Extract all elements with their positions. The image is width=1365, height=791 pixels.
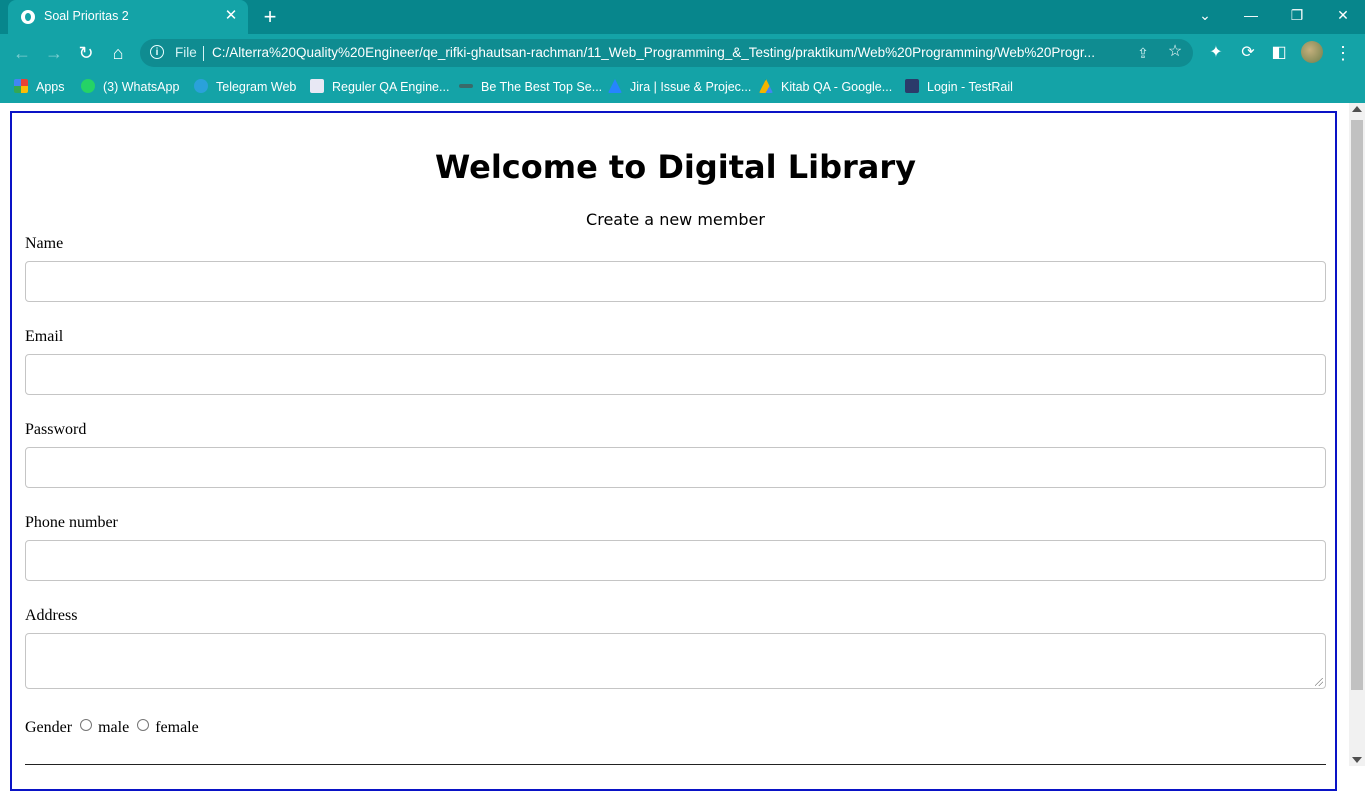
tab-close-icon[interactable]: ✕ (222, 7, 240, 25)
testrail-icon (905, 79, 919, 93)
bookmarks-bar: Apps (3) WhatsApp Telegram Web Reguler Q… (0, 72, 1365, 103)
sync-extension-icon[interactable]: ⟳ (1237, 42, 1259, 64)
next-field-top-border (25, 764, 1326, 765)
bookmark-telegram[interactable]: Telegram Web (194, 78, 296, 96)
tab-search-chevron-down-icon[interactable]: ⌄ (1182, 0, 1228, 30)
bookmark-label: (3) WhatsApp (103, 80, 180, 94)
profile-avatar[interactable] (1301, 41, 1323, 63)
bookmark-label: Telegram Web (216, 80, 297, 94)
google-drive-icon (759, 79, 773, 93)
email-label: Email (25, 328, 64, 345)
forward-arrow-icon[interactable]: → (40, 39, 68, 67)
restore-icon[interactable]: ❐ (1274, 0, 1320, 30)
password-input[interactable] (25, 447, 1326, 488)
reload-icon[interactable]: ↻ (72, 39, 100, 67)
minimize-icon[interactable]: — (1228, 0, 1274, 30)
phone-number-input[interactable] (25, 540, 1326, 581)
bookmark-be-the-best[interactable]: Be The Best Top Se... (459, 78, 602, 96)
jira-icon (608, 79, 622, 93)
page-subtitle: Create a new member (586, 210, 765, 229)
bookmark-page-icon (310, 79, 324, 93)
url-text[interactable]: C:/Alterra%20Quality%20Engineer/qe_rifki… (212, 45, 1124, 60)
name-label: Name (25, 235, 64, 252)
bookmark-star-icon[interactable]: ☆ (1166, 43, 1184, 61)
bookmark-reguler-qa[interactable]: Reguler QA Engine... (310, 78, 449, 96)
info-icon[interactable]: i (150, 45, 164, 59)
page-title: Welcome to Digital Library (434, 148, 917, 186)
bookmark-whatsapp[interactable]: (3) WhatsApp (81, 78, 179, 96)
resize-handle-icon[interactable] (1315, 678, 1323, 686)
bookmark-label: Login - TestRail (927, 80, 1013, 94)
gender-label: Gender (25, 719, 73, 736)
name-input[interactable] (25, 261, 1326, 302)
scroll-up-arrow-icon[interactable] (1352, 106, 1362, 112)
gender-male-radio[interactable] (80, 719, 93, 731)
browser-toolbar: ← → ↻ ⌂ i File C:/Alterra%20Quality%20En… (0, 34, 1365, 72)
address-bar[interactable]: i File C:/Alterra%20Quality%20Engineer/q… (140, 39, 1193, 67)
menu-kebab-icon[interactable]: ⋮ (1334, 42, 1352, 64)
bookmark-label: Kitab QA - Google... (781, 80, 893, 94)
bookmark-jira[interactable]: Jira | Issue & Projec... (608, 78, 751, 96)
back-arrow-icon[interactable]: ← (8, 39, 36, 67)
bookmark-testrail[interactable]: Login - TestRail (905, 78, 1013, 96)
gender-female-label[interactable]: female (155, 719, 199, 736)
address-label: Address (25, 607, 78, 624)
address-textarea[interactable] (25, 633, 1326, 689)
telegram-icon (194, 79, 208, 93)
page-scrollbar[interactable] (1349, 103, 1365, 766)
url-scheme: File (175, 45, 197, 60)
tab-title: Soal Prioritas 2 (44, 9, 129, 23)
extensions-puzzle-icon[interactable]: ✦ (1205, 42, 1227, 64)
bookmark-label: Jira | Issue & Projec... (630, 80, 752, 94)
password-label: Password (25, 421, 87, 438)
bookmark-page-icon (459, 84, 473, 88)
email-input[interactable] (25, 354, 1326, 395)
bookmark-kitab-qa[interactable]: Kitab QA - Google... (759, 78, 892, 96)
window-close-icon[interactable]: ✕ (1320, 0, 1365, 30)
bookmark-label: Be The Best Top Se... (481, 80, 603, 94)
side-panel-icon[interactable]: ◧ (1268, 42, 1290, 64)
scroll-down-arrow-icon[interactable] (1352, 757, 1362, 763)
share-icon[interactable]: ⇪ (1134, 44, 1152, 62)
omnibox-divider (203, 46, 204, 61)
page-viewport: Welcome to Digital Library Create a new … (0, 103, 1349, 791)
bookmark-apps[interactable]: Apps (14, 78, 65, 96)
tab-strip: Soal Prioritas 2 ✕ + ⌄ — ❐ ✕ (0, 0, 1365, 34)
apps-grid-icon (14, 79, 28, 93)
bookmark-label: Reguler QA Engine... (332, 80, 450, 94)
new-tab-button[interactable]: + (258, 5, 282, 29)
gender-male-label[interactable]: male (98, 719, 129, 736)
browser-tab[interactable]: Soal Prioritas 2 ✕ (8, 0, 248, 34)
globe-icon (21, 10, 35, 24)
gender-female-radio[interactable] (137, 719, 150, 731)
gender-group: Gender male female (25, 719, 199, 737)
scrollbar-thumb[interactable] (1351, 120, 1363, 690)
phone-number-label: Phone number (25, 514, 118, 531)
home-icon[interactable]: ⌂ (104, 39, 132, 67)
registration-form-container: Welcome to Digital Library Create a new … (10, 111, 1337, 791)
bookmark-label: Apps (36, 80, 65, 94)
whatsapp-icon (81, 79, 95, 93)
